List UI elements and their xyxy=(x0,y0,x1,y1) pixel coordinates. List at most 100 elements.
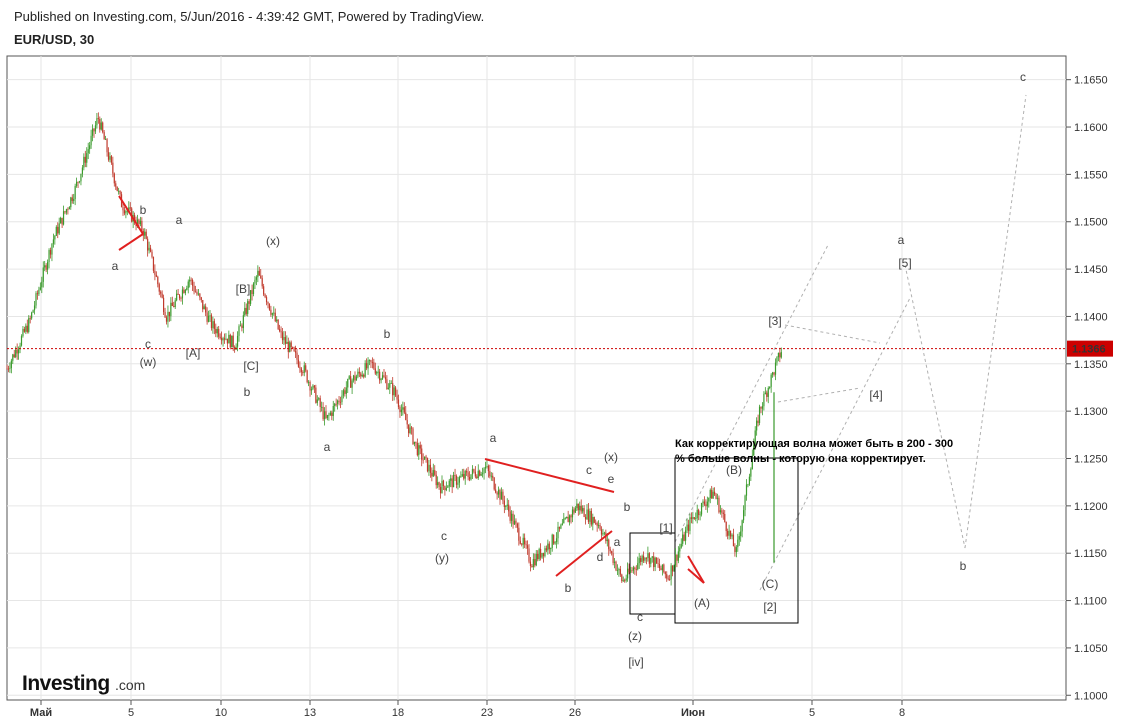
candle-body xyxy=(13,354,15,357)
candle-body xyxy=(425,456,427,458)
candle-body xyxy=(102,122,104,133)
candle-body xyxy=(119,190,121,195)
candle-body xyxy=(241,325,243,329)
candle-body xyxy=(576,503,578,509)
y-tick-label: 1.1300 xyxy=(1074,406,1108,418)
wave-label: b xyxy=(624,500,631,514)
candle-body xyxy=(743,510,745,521)
candle-body xyxy=(277,319,279,330)
candle-body xyxy=(368,360,371,361)
candle-body xyxy=(461,474,463,477)
candle-body xyxy=(329,412,331,415)
y-tick-label: 1.1100 xyxy=(1074,596,1107,608)
logo-main: Investing xyxy=(22,672,110,695)
candle-body xyxy=(599,525,601,530)
candle-body xyxy=(244,307,246,316)
wave-label: b xyxy=(140,203,147,217)
candle-body xyxy=(766,392,768,397)
candle-body xyxy=(712,491,714,499)
candle-body xyxy=(600,529,603,535)
candle-body xyxy=(65,209,68,213)
candle-body xyxy=(483,468,485,474)
candle-body xyxy=(96,118,98,126)
candle-body xyxy=(748,476,750,485)
x-tick-label: 26 xyxy=(569,707,581,719)
candle-body xyxy=(676,554,678,561)
candle-body xyxy=(612,553,614,563)
wave-label: a xyxy=(112,259,119,273)
candle-body xyxy=(289,342,291,353)
candle-body xyxy=(348,376,350,379)
candle-body xyxy=(521,543,523,545)
y-tick-label: 1.1400 xyxy=(1074,311,1108,323)
candle-body xyxy=(402,407,404,410)
wave-label: b xyxy=(565,581,572,595)
candle-body xyxy=(586,509,588,520)
candle-body xyxy=(379,371,381,381)
candle-body xyxy=(77,181,79,183)
candle-body xyxy=(342,390,344,396)
candle-body xyxy=(84,156,86,163)
candle-body xyxy=(616,570,619,572)
candle-body xyxy=(734,546,736,553)
wave-label: d xyxy=(597,550,604,564)
candle-body xyxy=(33,305,36,311)
candle-body xyxy=(76,181,78,186)
candle-body xyxy=(218,328,220,337)
wave-label: c xyxy=(586,463,592,477)
candle-body xyxy=(524,537,526,545)
candle-body xyxy=(468,477,471,480)
candle-body xyxy=(176,293,178,301)
candle-body xyxy=(595,522,597,524)
candle-body xyxy=(392,383,394,396)
candle-body xyxy=(232,335,234,348)
candle-body xyxy=(680,543,682,548)
candle-body xyxy=(677,551,679,561)
candle-body xyxy=(718,497,720,513)
candle-body xyxy=(157,276,159,285)
candle-body xyxy=(525,544,527,546)
candle-body xyxy=(522,537,524,545)
price-chart[interactable]: 1.1650 1.1600 1.1550 1.1500 1.1450 1.1400 1.13… xyxy=(0,0,1121,724)
candle-body xyxy=(113,173,115,184)
candle-body xyxy=(36,293,39,295)
candle-body xyxy=(338,400,340,402)
candle-body xyxy=(431,472,433,477)
candle-body xyxy=(515,520,517,524)
y-tick-label: 1.1250 xyxy=(1074,454,1108,466)
x-tick-label: 13 xyxy=(304,707,316,719)
candle-body xyxy=(31,312,33,319)
candle-body xyxy=(381,375,384,379)
candle-body xyxy=(511,513,513,521)
candle-body xyxy=(219,336,221,338)
candle-body xyxy=(16,349,18,354)
candle-body xyxy=(331,412,333,416)
wave-label: a xyxy=(898,233,905,247)
x-tick-label: 23 xyxy=(481,707,493,719)
candle-body xyxy=(238,326,240,336)
x-axis-ticks: Май 5 10 13 18 23 26 Июн 5 8 xyxy=(30,700,905,719)
candle-body xyxy=(553,534,555,544)
candle-body xyxy=(189,279,191,282)
candle-body xyxy=(334,403,336,406)
candle-body xyxy=(155,274,157,277)
candle-body xyxy=(606,539,608,542)
candle-body xyxy=(183,289,185,294)
candle-body xyxy=(178,294,181,299)
candle-body xyxy=(598,525,600,526)
candle-body xyxy=(656,557,658,564)
candle-body xyxy=(321,406,323,408)
candle-body xyxy=(674,554,677,566)
x-tick-label: Июн xyxy=(681,707,705,719)
candle-body xyxy=(49,250,52,255)
candle-body xyxy=(396,395,398,400)
candle-body xyxy=(495,489,497,493)
candle-body xyxy=(698,509,700,515)
candle-body xyxy=(645,558,648,559)
candle-body xyxy=(360,373,362,377)
candle-body xyxy=(719,510,721,513)
candle-body xyxy=(541,552,543,558)
candle-body xyxy=(590,511,592,525)
candle-body xyxy=(300,368,302,373)
candle-body xyxy=(332,405,334,416)
